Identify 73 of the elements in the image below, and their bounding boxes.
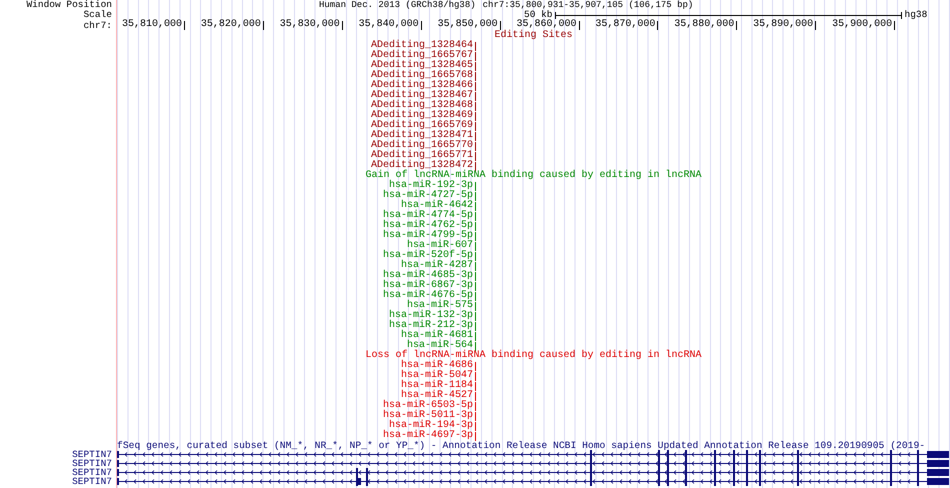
ruler-tick bbox=[262, 20, 264, 30]
feature-label[interactable]: hsa-miR-4642 bbox=[400, 201, 473, 211]
ruler-tick bbox=[342, 20, 343, 30]
position-range: chr7:35,800,931-35,907,105 (106,175 bp) bbox=[482, 0, 694, 10]
feature-label[interactable]: hsa-miR-4527 bbox=[400, 391, 473, 401]
ruler-tick-label: 35,890,000 bbox=[752, 20, 814, 30]
ruler-tick-label: 35,820,000 bbox=[200, 20, 261, 30]
ruler-tick bbox=[815, 20, 816, 30]
gene-label[interactable]: SEPTIN7 bbox=[72, 468, 112, 477]
ruler-tick-label: 35,900,000 bbox=[831, 20, 892, 30]
gene-label[interactable]: SEPTIN7 bbox=[72, 477, 112, 486]
feature-label[interactable]: hsa-miR-6503-5p bbox=[382, 401, 473, 411]
track-title[interactable]: Gain of lncRNA-miRNA binding caused by editing in lncRNA bbox=[365, 171, 702, 181]
ruler-tick-label: 35,870,000 bbox=[594, 20, 656, 30]
feature-label[interactable]: ADediting_1328466 bbox=[370, 81, 473, 91]
scale-length: 50 kb bbox=[524, 10, 553, 20]
ruler-tick bbox=[894, 20, 896, 30]
gene-label[interactable]: SEPTIN7 bbox=[72, 450, 112, 459]
feature-label[interactable]: hsa-miR-194-3p bbox=[388, 421, 473, 431]
feature-label[interactable]: ADediting_1665771 bbox=[370, 151, 473, 161]
feature-label[interactable]: hsa-miR-4697-3p bbox=[382, 431, 473, 441]
feature-label[interactable]: ADediting_1328467 bbox=[370, 91, 473, 101]
ruler-tick-label: 35,840,000 bbox=[358, 20, 419, 30]
feature-label[interactable]: hsa-miR-4727-5p bbox=[382, 191, 473, 201]
feature-label[interactable]: hsa-miR-564 bbox=[406, 341, 473, 351]
feature-label[interactable]: hsa-miR-192-3p bbox=[388, 181, 473, 191]
ruler-tick-label: 35,810,000 bbox=[120, 20, 182, 30]
track-title[interactable]: Loss of lncRNA-miRNA binding caused by editing in lncRNA bbox=[365, 351, 702, 361]
track-title[interactable]: fSeq genes, curated subset (NM_*, NR_*, NP_* or YP_*) - Annotation Release NCBI Homo sapiens Updated Annotation Release 109.20190905 (2019- bbox=[117, 441, 926, 450]
feature-label[interactable]: hsa-miR-4676-5p bbox=[382, 291, 473, 301]
ruler-tick-label: 35,830,000 bbox=[278, 20, 340, 30]
feature-label[interactable]: hsa-miR-607 bbox=[406, 241, 473, 251]
ruler-tick-label: 35,850,000 bbox=[436, 20, 498, 30]
ruler-tick bbox=[420, 20, 422, 30]
ruler-tick bbox=[657, 20, 658, 30]
row-label: chr7: bbox=[83, 21, 112, 31]
feature-label[interactable]: ADediting_1665767 bbox=[370, 51, 473, 61]
feature-label[interactable]: ADediting_1665769 bbox=[370, 121, 473, 131]
feature-label[interactable]: hsa-miR-575 bbox=[406, 301, 473, 311]
feature-label[interactable]: hsa-miR-5047 bbox=[400, 371, 473, 381]
ruler-tick bbox=[736, 20, 738, 30]
gene-label[interactable]: SEPTIN7 bbox=[72, 459, 112, 468]
scale-assembly: hg38 bbox=[904, 10, 928, 20]
ruler-tick-label: 35,860,000 bbox=[516, 20, 576, 30]
feature-label[interactable]: ADediting_1328465 bbox=[370, 61, 473, 71]
ruler-tick-label: 35,880,000 bbox=[673, 20, 734, 30]
feature-label[interactable]: hsa-miR-520f-5p bbox=[382, 251, 473, 261]
feature-label[interactable]: ADediting_1328468 bbox=[370, 101, 473, 111]
ruler-tick bbox=[184, 20, 185, 30]
row-label: Window Position bbox=[26, 0, 112, 10]
feature-label[interactable]: hsa-miR-132-3p bbox=[388, 311, 473, 321]
feature-label[interactable]: hsa-miR-212-3p bbox=[388, 321, 473, 331]
feature-label[interactable]: ADediting_1328464 bbox=[370, 41, 473, 51]
feature-label[interactable]: ADediting_1328469 bbox=[370, 111, 473, 121]
track-title[interactable]: Editing Sites bbox=[494, 31, 572, 41]
feature-label[interactable]: hsa-miR-4681 bbox=[400, 331, 473, 341]
feature-label[interactable]: ADediting_1328472 bbox=[370, 161, 473, 171]
feature-label[interactable]: ADediting_1665770 bbox=[370, 141, 473, 151]
feature-label[interactable]: hsa-miR-4287 bbox=[400, 261, 473, 271]
feature-label[interactable]: hsa-miR-4774-5p bbox=[382, 211, 473, 221]
ruler-tick bbox=[578, 20, 580, 30]
ruler-tick bbox=[500, 20, 501, 30]
feature-label[interactable]: ADediting_1665768 bbox=[370, 71, 473, 81]
feature-label[interactable]: hsa-miR-4685-3p bbox=[382, 271, 473, 281]
feature-label[interactable]: hsa-miR-1184 bbox=[400, 381, 473, 391]
feature-label[interactable]: hsa-miR-4762-5p bbox=[382, 221, 473, 231]
feature-label[interactable]: ADediting_1328471 bbox=[370, 131, 473, 141]
feature-label[interactable]: hsa-miR-4799-5p bbox=[382, 231, 473, 241]
feature-label[interactable]: hsa-miR-4686 bbox=[400, 361, 473, 371]
feature-label[interactable]: hsa-miR-6867-3p bbox=[382, 281, 473, 291]
row-label: Scale bbox=[83, 10, 112, 20]
feature-label[interactable]: hsa-miR-5011-3p bbox=[382, 411, 473, 421]
assembly-label: Human Dec. 2013 (GRCh38/hg38) bbox=[319, 0, 476, 10]
